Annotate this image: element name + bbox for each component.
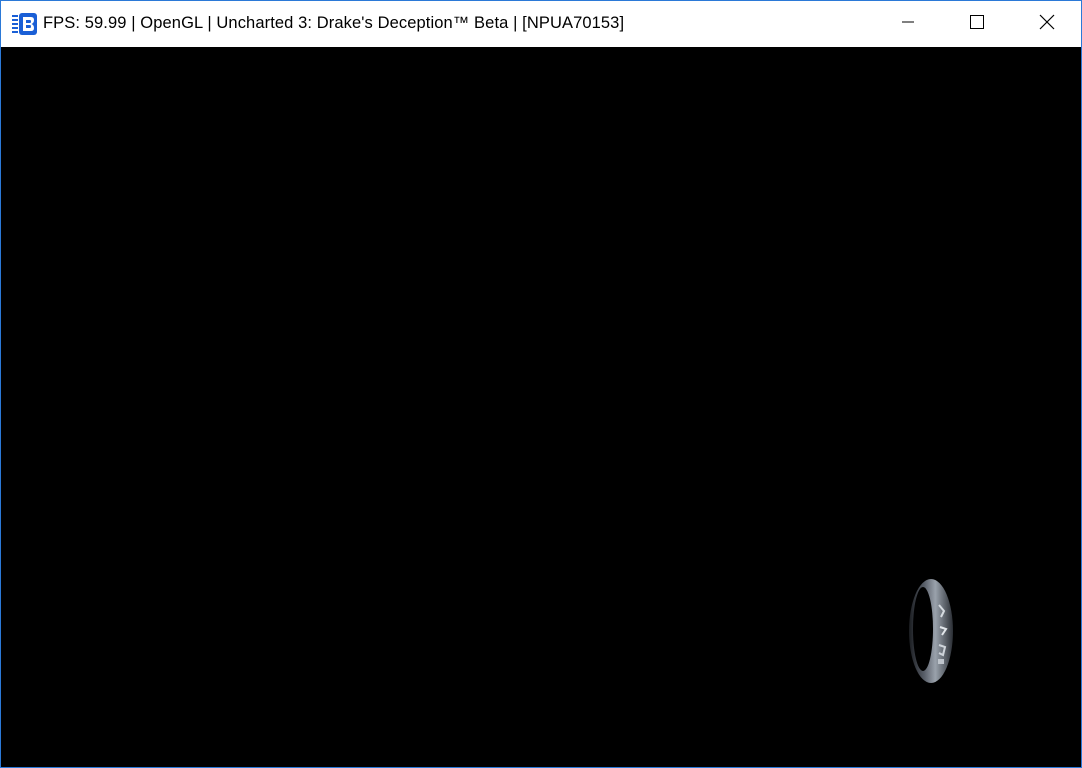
title-bar[interactable]: FPS: 59.99 | OpenGL | Uncharted 3: Drake… [1, 1, 1081, 47]
maximize-icon [969, 14, 985, 35]
close-icon [1039, 14, 1055, 35]
emulator-window: FPS: 59.99 | OpenGL | Uncharted 3: Drake… [0, 0, 1082, 768]
close-button[interactable] [1012, 1, 1081, 47]
maximize-button[interactable] [942, 1, 1012, 47]
minimize-button[interactable] [873, 1, 943, 47]
game-viewport[interactable] [1, 47, 1081, 767]
minimize-icon [900, 14, 916, 35]
window-title: FPS: 59.99 | OpenGL | Uncharted 3: Drake… [43, 14, 625, 32]
rotating-ring-icon [903, 577, 959, 689]
rpcs3-logo-icon[interactable] [12, 13, 38, 35]
